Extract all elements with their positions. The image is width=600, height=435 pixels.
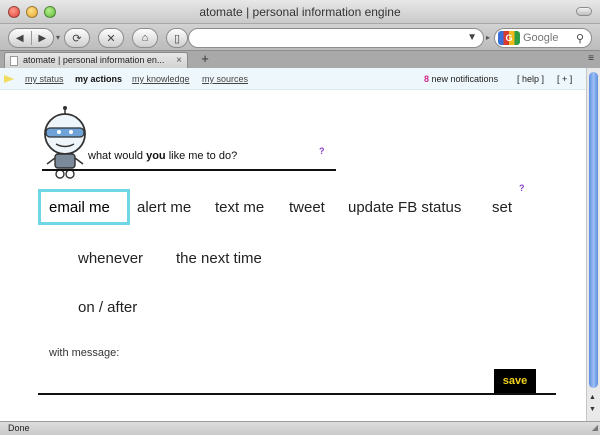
- scroll-up-icon[interactable]: ▲: [589, 394, 596, 401]
- prompt-underline: [42, 169, 336, 171]
- search-icon[interactable]: ⚲: [576, 30, 584, 48]
- scroll-down-icon[interactable]: ▼: [589, 406, 596, 413]
- reload-button[interactable]: ⟳: [64, 28, 90, 48]
- tab-list-icon[interactable]: ≡: [588, 53, 594, 64]
- tab-label: atomate | personal information en...: [23, 55, 165, 65]
- page-info-button[interactable]: ▯: [166, 28, 188, 48]
- action-option-text-me[interactable]: text me: [215, 199, 264, 216]
- notification-label: new notifications: [431, 74, 499, 84]
- notification-count: 8: [424, 74, 430, 84]
- browser-toolbar: ◀ ▶ ▾ ⟳ ✕ ⌂ ▯ ▼ ▸ G Google ⚲: [0, 24, 600, 50]
- window-titlebar: atomate | personal information engine: [0, 0, 600, 24]
- nav-link-my-sources[interactable]: my sources: [202, 68, 248, 90]
- pencil-icon: [4, 75, 14, 83]
- tab-strip: atomate | personal information en... × +…: [0, 50, 600, 69]
- prompt-text-emphasis: you: [146, 150, 166, 162]
- reload-icon: ⟳: [72, 32, 82, 45]
- home-button[interactable]: ⌂: [132, 28, 158, 48]
- search-input[interactable]: G Google ⚲: [494, 28, 592, 48]
- window-title: atomate | personal information engine: [199, 5, 401, 19]
- search-engine-dropdown-icon[interactable]: ▸: [486, 33, 490, 42]
- nav-link-my-knowledge[interactable]: my knowledge: [132, 68, 190, 90]
- google-logo-icon[interactable]: G: [498, 31, 520, 45]
- add-link[interactable]: [ + ]: [557, 68, 572, 90]
- prompt-text-after: like me to do?: [165, 150, 238, 162]
- toolbar-toggle-button[interactable]: [576, 7, 592, 16]
- nav-link-my-status[interactable]: my status: [25, 68, 64, 90]
- message-input[interactable]: [40, 364, 490, 394]
- tab-atomate[interactable]: atomate | personal information en... ×: [4, 52, 188, 69]
- status-text: Done: [8, 423, 30, 433]
- action-prompt: what would you like me to do?: [88, 150, 237, 162]
- stop-button[interactable]: ✕: [98, 28, 124, 48]
- home-icon: ⌂: [141, 32, 149, 44]
- save-button[interactable]: save: [494, 369, 536, 393]
- back-arrow-icon[interactable]: ◀: [9, 33, 31, 44]
- page-icon: ▯: [173, 32, 181, 45]
- url-dropdown-icon[interactable]: ▼: [467, 32, 477, 43]
- scrollbar-thumb[interactable]: [589, 72, 598, 388]
- action-option-email-me[interactable]: email me: [49, 199, 110, 216]
- vertical-scrollbar[interactable]: ▲ ▼: [586, 68, 600, 421]
- action-option-set[interactable]: set: [492, 199, 512, 216]
- prompt-text-before: what would: [88, 150, 147, 162]
- timing-option-on-after[interactable]: on / after: [78, 299, 137, 316]
- search-placeholder: Google: [523, 32, 559, 44]
- timing-option-next-time[interactable]: the next time: [176, 250, 262, 267]
- notifications-link[interactable]: 8 new notifications: [424, 68, 498, 90]
- app-nav-bar: my status my actions my knowledge my sou…: [0, 68, 586, 90]
- nav-link-my-actions[interactable]: my actions: [75, 68, 122, 90]
- message-label: with message:: [49, 347, 120, 359]
- page-viewport: my status my actions my knowledge my sou…: [0, 68, 586, 421]
- stop-icon: ✕: [106, 32, 116, 45]
- timing-option-whenever[interactable]: whenever: [78, 250, 143, 267]
- action-option-alert-me[interactable]: alert me: [137, 199, 191, 216]
- actions-help-icon[interactable]: ?: [519, 183, 525, 193]
- message-underline: [38, 393, 556, 395]
- url-bar[interactable]: ▼: [188, 28, 484, 48]
- browser-status-bar: Done ◢: [0, 421, 600, 435]
- close-tab-icon[interactable]: ×: [176, 53, 182, 68]
- new-tab-button[interactable]: +: [194, 52, 216, 68]
- back-forward-control: ◀ ▶: [8, 28, 54, 48]
- help-link[interactable]: [ help ]: [517, 68, 544, 90]
- resize-grip-icon[interactable]: ◢: [592, 421, 598, 434]
- history-dropdown-icon[interactable]: ▾: [56, 33, 60, 42]
- action-option-update-fb-status[interactable]: update FB status: [348, 199, 461, 216]
- prompt-help-icon[interactable]: ?: [319, 146, 325, 156]
- action-option-tweet[interactable]: tweet: [289, 199, 325, 216]
- page-favicon-icon: [10, 56, 18, 66]
- forward-arrow-icon[interactable]: ▶: [32, 33, 54, 44]
